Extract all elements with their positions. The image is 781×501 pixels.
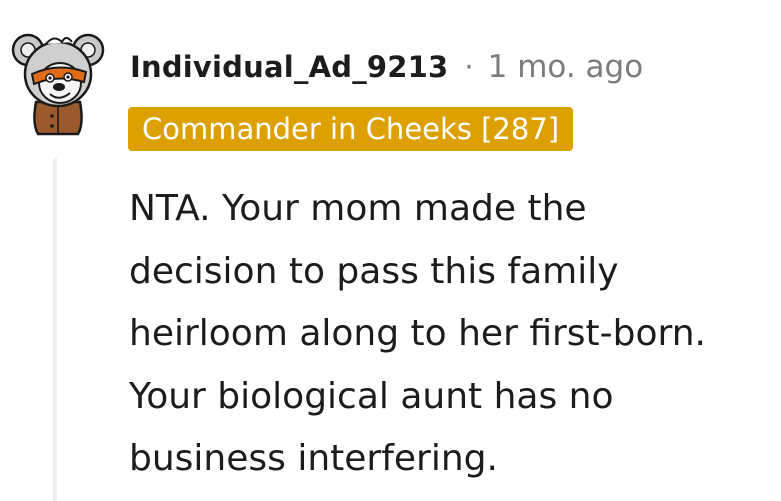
koala-avatar-icon: [11, 33, 105, 136]
comment-body-line: NTA. Your mom made the: [129, 188, 587, 229]
comment-body-line: heirloom along to her first-born.: [129, 313, 706, 354]
comment-body: NTA. Your mom made the decision to pass …: [129, 178, 779, 491]
comment-meta: Individual_Ad_9213 · 1 mo. ago: [130, 42, 643, 92]
user-avatar[interactable]: [10, 28, 106, 136]
comment-body-line: decision to pass this family: [129, 250, 619, 292]
timestamp-link[interactable]: 1 mo. ago: [488, 49, 644, 85]
username-link[interactable]: Individual_Ad_9213: [130, 50, 448, 84]
comment-body-line: business interfering.: [129, 438, 498, 479]
thread-collapse-line[interactable]: [53, 158, 57, 501]
user-flair-badge: Commander in Cheeks [287]: [128, 107, 574, 151]
comment-body-line: Your biological aunt has no: [129, 375, 614, 417]
meta-separator: ·: [464, 50, 474, 84]
comment: Individual_Ad_9213 · 1 mo. ago Commander…: [0, 0, 781, 501]
